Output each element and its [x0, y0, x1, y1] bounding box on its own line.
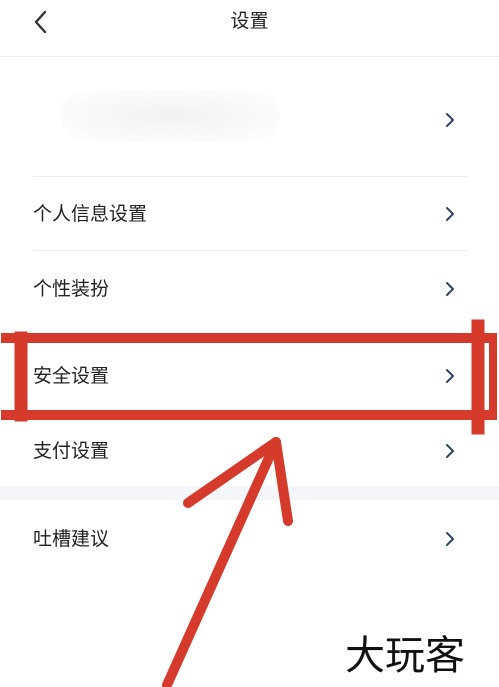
chevron-right-icon [446, 113, 454, 127]
chevron-right-icon [446, 207, 454, 221]
menu-item-personalization[interactable]: 个性装扮 [0, 253, 499, 325]
divider [33, 250, 467, 251]
watermark: 大玩客 [345, 633, 465, 679]
profile-row[interactable] [0, 60, 499, 172]
chevron-right-icon [446, 532, 454, 546]
menu-item-personal-info[interactable]: 个人信息设置 [0, 178, 499, 250]
menu-item-payment[interactable]: 支付设置 [0, 415, 499, 487]
chevron-right-icon [446, 369, 454, 383]
divider [33, 176, 467, 177]
menu-item-label: 吐槽建议 [33, 528, 110, 550]
header-divider [0, 56, 499, 57]
page-title: 设置 [230, 10, 269, 32]
menu-item-label: 安全设置 [33, 365, 110, 387]
menu-item-security[interactable]: 安全设置 [0, 340, 499, 412]
menu-item-feedback[interactable]: 吐槽建议 [0, 503, 499, 575]
menu-item-label: 个性装扮 [33, 278, 110, 300]
section-gap [0, 486, 499, 500]
menu-item-label: 个人信息设置 [33, 203, 148, 225]
header: 设置 [0, 0, 499, 48]
chevron-right-icon [446, 282, 454, 296]
profile-blurred-area [60, 90, 280, 142]
menu-item-label: 支付设置 [33, 440, 110, 462]
chevron-right-icon [446, 444, 454, 458]
